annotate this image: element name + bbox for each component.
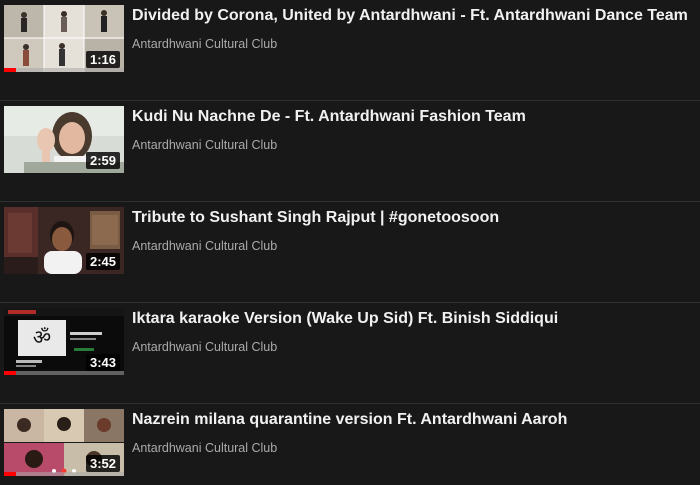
watch-progress-fill — [4, 371, 16, 375]
duration-badge: 2:45 — [85, 253, 120, 270]
video-title[interactable]: Kudi Nu Nachne De - Ft. Antardhwani Fash… — [132, 107, 526, 127]
video-title[interactable]: Iktara karaoke Version (Wake Up Sid) Ft.… — [132, 309, 558, 329]
video-item[interactable]: 2:45 Tribute to Sushant Singh Rajput | #… — [0, 202, 700, 303]
duration-badge: 3:52 — [85, 455, 120, 472]
video-thumbnail[interactable]: 3:52 — [4, 409, 124, 476]
video-thumbnail[interactable]: 1:16 — [4, 5, 124, 72]
video-list: 1:16 Divided by Corona, United by Antard… — [0, 0, 700, 485]
duration-badge: 3:43 — [85, 354, 120, 371]
channel-name[interactable]: Antardhwani Cultural Club — [132, 137, 277, 153]
video-item[interactable]: 3:52 Nazrein milana quarantine version F… — [0, 404, 700, 485]
video-item[interactable]: 1:16 Divided by Corona, United by Antard… — [0, 0, 700, 101]
video-item[interactable]: ॐ 3:43 Iktara karaoke Version (Wake Up S… — [0, 303, 700, 404]
video-title[interactable]: Divided by Corona, United by Antardhwani… — [132, 6, 688, 26]
video-item[interactable]: 2:59 Kudi Nu Nachne De - Ft. Antardhwani… — [0, 101, 700, 202]
video-thumbnail[interactable]: ॐ 3:43 — [4, 308, 124, 375]
video-thumbnail[interactable]: 2:45 — [4, 207, 124, 274]
watch-progress-bar — [4, 472, 124, 476]
duration-badge: 2:59 — [85, 152, 120, 169]
channel-name[interactable]: Antardhwani Cultural Club — [132, 339, 277, 355]
svg-text:ॐ: ॐ — [33, 325, 51, 349]
watch-progress-bar — [4, 371, 124, 375]
watch-progress-bar — [4, 68, 124, 72]
channel-name[interactable]: Antardhwani Cultural Club — [132, 36, 277, 52]
watch-progress-fill — [4, 68, 16, 72]
video-thumbnail[interactable]: 2:59 — [4, 106, 124, 173]
channel-name[interactable]: Antardhwani Cultural Club — [132, 440, 277, 456]
video-title[interactable]: Nazrein milana quarantine version Ft. An… — [132, 410, 567, 430]
channel-name[interactable]: Antardhwani Cultural Club — [132, 238, 277, 254]
video-title[interactable]: Tribute to Sushant Singh Rajput | #gonet… — [132, 208, 499, 228]
watch-progress-fill — [4, 472, 16, 476]
duration-badge: 1:16 — [85, 51, 120, 68]
